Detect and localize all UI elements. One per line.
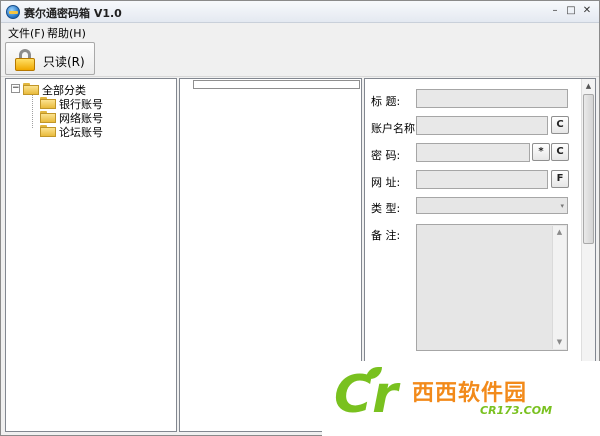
folder-icon [40, 111, 56, 123]
watermark-logo: Cr 西西软件园 CR173.COM [322, 361, 600, 436]
tree-item-forum[interactable]: 论坛账号 [40, 124, 140, 139]
memo-scrollbar[interactable]: ▲ ▼ [552, 226, 566, 349]
scroll-down-icon[interactable]: ▼ [553, 336, 566, 349]
folder-icon [40, 97, 56, 109]
app-icon [6, 5, 20, 19]
password-field[interactable] [416, 143, 530, 162]
watermark-domain: CR173.COM [480, 404, 553, 417]
scrollbar-thumb[interactable] [583, 94, 594, 244]
tree-item-label: 论坛账号 [59, 126, 103, 139]
window-title: 赛尔通密码箱 V1.0 [24, 7, 122, 20]
copy-password-button[interactable]: C [551, 143, 569, 161]
toolbar: 只读(R) [1, 39, 599, 77]
tree-item-network[interactable]: 网络账号 [40, 110, 140, 125]
tree-connector [32, 93, 33, 128]
lock-icon [15, 49, 35, 71]
scroll-up-icon[interactable]: ▲ [582, 79, 595, 93]
category-tree: − 全部分类 银行账号 网络账号 论坛账号 [5, 78, 177, 432]
memo-label: 备 注: [371, 229, 401, 242]
type-label: 类 型: [371, 202, 401, 215]
folder-icon [23, 83, 39, 95]
list-column-header[interactable] [193, 80, 360, 89]
url-label: 网 址: [371, 176, 401, 189]
account-label: 账户名称: [371, 122, 419, 135]
minimize-button[interactable]: – [548, 5, 562, 18]
readonly-button[interactable]: 只读(R) [5, 42, 95, 75]
url-field[interactable] [416, 170, 548, 189]
tree-item-root[interactable]: 全部分类 [23, 82, 123, 97]
menu-bar: 文件(F) 帮助(H) [1, 23, 599, 40]
account-field[interactable] [416, 116, 548, 135]
chevron-down-icon[interactable]: ▾ [560, 202, 564, 210]
close-button[interactable]: ✕ [580, 5, 594, 18]
title-label: 标 题: [371, 95, 401, 108]
tree-collapse-toggle[interactable]: − [11, 84, 20, 93]
title-bar[interactable]: 赛尔通密码箱 V1.0 – □ ✕ [1, 1, 599, 23]
readonly-label: 只读(R) [43, 55, 85, 69]
scroll-up-icon[interactable]: ▲ [553, 226, 566, 239]
password-label: 密 码: [371, 149, 401, 162]
open-url-button[interactable]: F [551, 170, 569, 188]
watermark-site-name: 西西软件园 [412, 381, 528, 406]
tree-item-bank[interactable]: 银行账号 [40, 96, 140, 111]
type-select[interactable] [416, 197, 568, 214]
copy-account-button[interactable]: C [551, 116, 569, 134]
show-password-button[interactable]: * [532, 143, 550, 161]
memo-textarea[interactable]: ▲ ▼ [416, 224, 568, 351]
folder-icon [40, 125, 56, 137]
title-field[interactable] [416, 89, 568, 108]
maximize-button[interactable]: □ [564, 5, 578, 18]
app-window: 赛尔通密码箱 V1.0 – □ ✕ 文件(F) 帮助(H) 只读(R) − 全部… [0, 0, 600, 436]
